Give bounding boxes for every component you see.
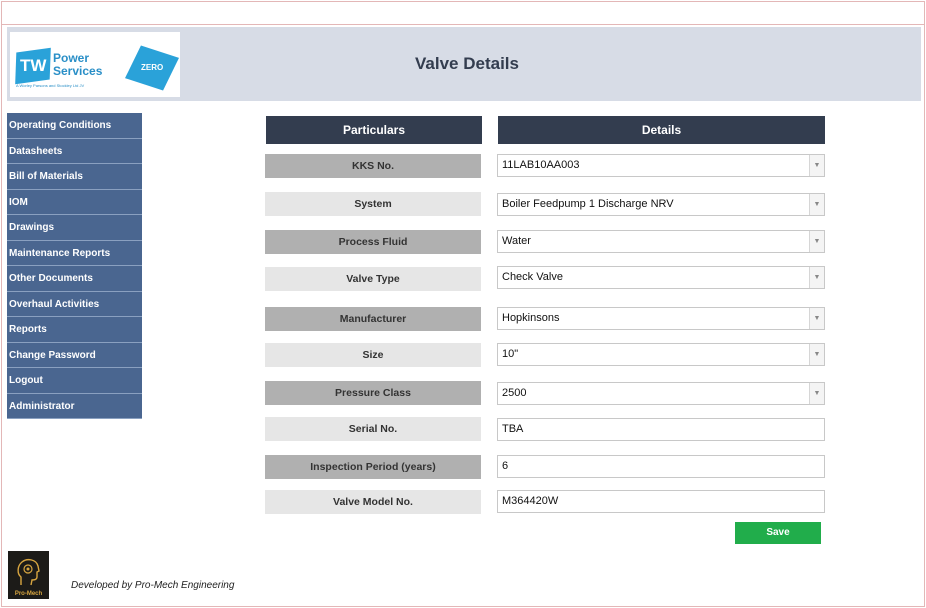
kks-no-label: KKS No.	[265, 154, 481, 178]
pro-mech-logo-text: Pro-Mech	[14, 591, 43, 597]
valve-model-no-input[interactable]: M364420W	[497, 490, 825, 513]
sidebar-item-drawings[interactable]: Drawings	[7, 215, 142, 241]
valve-type-value: Check Valve	[502, 271, 563, 283]
valve-model-no-label: Valve Model No.	[265, 490, 481, 514]
chevron-down-icon[interactable]: ▼	[809, 308, 824, 329]
manufacturer-value: Hopkinsons	[502, 312, 560, 324]
sidebar-item-iom[interactable]: IOM	[7, 189, 142, 215]
chevron-down-icon[interactable]: ▼	[809, 383, 824, 404]
header-band: TW Power Services A Worley Parsons and S…	[7, 27, 921, 101]
sidebar-item-change-password[interactable]: Change Password	[7, 342, 142, 368]
developer-credit: Developed by Pro-Mech Engineering	[71, 580, 235, 591]
valve-type-label: Valve Type	[265, 267, 481, 291]
sidebar-item-administrator[interactable]: Administrator	[7, 393, 142, 419]
system-dropdown[interactable]: Boiler Feedpump 1 Discharge NRV ▼	[497, 193, 825, 216]
valve-type-dropdown[interactable]: Check Valve ▼	[497, 266, 825, 289]
pressure-class-value: 2500	[502, 387, 527, 399]
details-column-header: Details	[498, 116, 825, 144]
sidebar-nav: Operating Conditions Datasheets Bill of …	[7, 113, 142, 419]
top-divider	[1, 24, 925, 25]
sidebar-item-maintenance-reports[interactable]: Maintenance Reports	[7, 240, 142, 266]
serial-no-input[interactable]: TBA	[497, 418, 825, 441]
save-button[interactable]: Save	[735, 522, 821, 544]
system-label: System	[265, 192, 481, 216]
process-fluid-value: Water	[502, 235, 531, 247]
tw-logo-mark: TW	[15, 47, 51, 85]
inspection-period-input[interactable]: 6	[497, 455, 825, 478]
process-fluid-dropdown[interactable]: Water ▼	[497, 230, 825, 253]
valve-model-no-value: M364420W	[502, 495, 559, 507]
chevron-down-icon[interactable]: ▼	[809, 155, 824, 176]
sidebar-item-datasheets[interactable]: Datasheets	[7, 138, 142, 164]
process-fluid-label: Process Fluid	[265, 230, 481, 254]
head-gear-icon	[17, 558, 40, 586]
sidebar-item-bill-of-materials[interactable]: Bill of Materials	[7, 164, 142, 190]
chevron-down-icon[interactable]: ▼	[809, 344, 824, 365]
size-label: Size	[265, 343, 481, 367]
pro-mech-logo: Pro-Mech	[8, 551, 49, 599]
kks-no-value: 11LAB10AA003	[502, 159, 580, 171]
size-dropdown[interactable]: 10" ▼	[497, 343, 825, 366]
sidebar-item-reports[interactable]: Reports	[7, 317, 142, 343]
tw-logo-tagline: A Worley Parsons and Stockley Ltd JV	[16, 83, 85, 88]
tw-logo-name: Power Services	[53, 52, 102, 78]
company-logo: TW Power Services A Worley Parsons and S…	[10, 32, 180, 97]
inspection-period-value: 6	[502, 460, 509, 472]
tw-logo-name-line2: Services	[53, 64, 103, 78]
chevron-down-icon[interactable]: ▼	[809, 231, 824, 252]
pressure-class-label: Pressure Class	[265, 381, 481, 405]
manufacturer-dropdown[interactable]: Hopkinsons ▼	[497, 307, 825, 330]
sidebar-item-overhaul-activities[interactable]: Overhaul Activities	[7, 291, 142, 317]
serial-no-value: TBA	[502, 423, 524, 435]
zero-logo-mark: ZERO	[125, 45, 179, 91]
inspection-period-label: Inspection Period (years)	[265, 455, 481, 479]
sidebar-item-logout[interactable]: Logout	[7, 368, 142, 394]
size-value: 10"	[502, 348, 519, 360]
system-value: Boiler Feedpump 1 Discharge NRV	[502, 198, 674, 210]
sidebar-item-other-documents[interactable]: Other Documents	[7, 266, 142, 292]
sidebar-item-operating-conditions[interactable]: Operating Conditions	[7, 113, 142, 139]
serial-no-label: Serial No.	[265, 417, 481, 441]
chevron-down-icon[interactable]: ▼	[809, 194, 824, 215]
chevron-down-icon[interactable]: ▼	[809, 267, 824, 288]
particulars-column-header: Particulars	[266, 116, 482, 144]
kks-no-dropdown[interactable]: 11LAB10AA003 ▼	[497, 154, 825, 177]
pressure-class-dropdown[interactable]: 2500 ▼	[497, 382, 825, 405]
manufacturer-label: Manufacturer	[265, 307, 481, 331]
page-title: Valve Details	[415, 54, 519, 73]
